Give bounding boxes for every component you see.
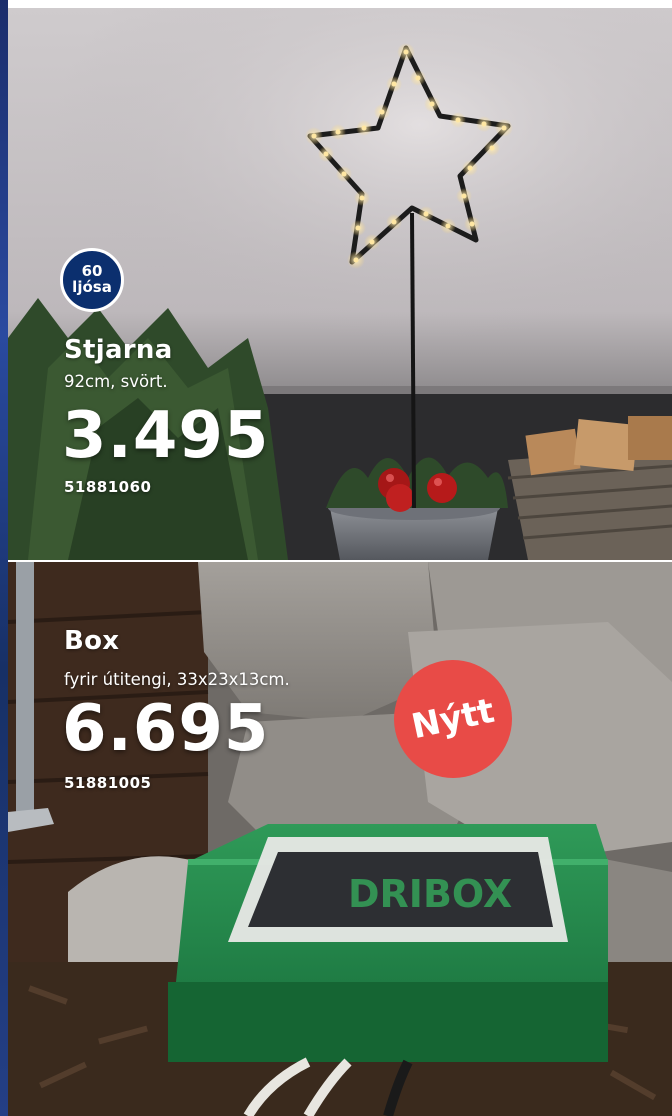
product-price: 6.695 xyxy=(62,692,270,766)
left-edge-strip xyxy=(0,0,8,1116)
light-count-badge: 60 ljósa xyxy=(60,248,124,312)
product-sku: 51881005 xyxy=(64,774,152,792)
product-price: 3.495 xyxy=(62,399,270,473)
product-name: Stjarna xyxy=(64,335,173,365)
product-sku: 51881060 xyxy=(64,478,152,496)
dribox-print: DRIBOX xyxy=(348,872,512,916)
product-description: 92cm, svört. xyxy=(64,372,168,391)
light-count-word: ljósa xyxy=(72,278,112,296)
product-name: Box xyxy=(64,626,120,656)
catalog-page: 60 ljósa Stjarna 92cm, svört. 3.495 5188… xyxy=(0,0,672,1116)
product-description: fyrir útitengi, 33x23x13cm. xyxy=(64,670,290,689)
